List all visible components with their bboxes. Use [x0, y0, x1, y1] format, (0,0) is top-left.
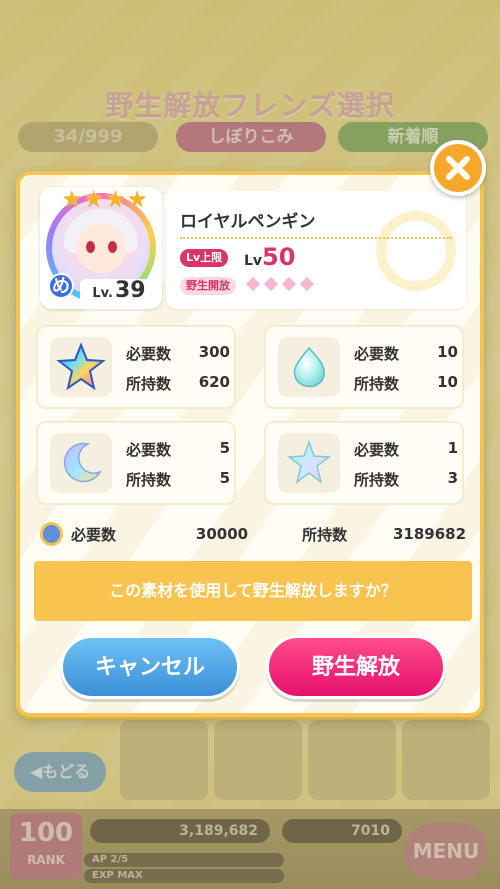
have-label: 所持数 [354, 375, 400, 393]
need-label: 必要数 [354, 441, 400, 459]
star-icon: ★ [83, 187, 104, 212]
moon-icon [50, 433, 112, 493]
gold-need-value: 30000 [195, 525, 249, 543]
rainbow-star-icon [50, 337, 112, 397]
lv-cap-value: Lv 50 [244, 243, 296, 271]
star-icon: ★ [62, 187, 82, 212]
material-card: 必要数 300 所持数 620 [36, 325, 236, 409]
wild-release-tag: 野生開放 [180, 277, 236, 295]
close-button[interactable] [430, 140, 486, 196]
need-value: 1 [447, 439, 458, 457]
confirm-message: この素材を使用して野生解放しますか？ [34, 561, 472, 621]
need-value: 5 [219, 439, 230, 457]
friend-name: ロイヤルペンギン [180, 212, 316, 232]
wild-release-dialog: ★ ★ ★ ★ め Lv. 39 ロイヤルペンギン Lv上限 Lv 50 野生開… [16, 171, 484, 717]
friend-portrait: ★ ★ ★ ★ め Lv. 39 [40, 187, 162, 309]
material-card: 必要数 1 所持数 3 [264, 421, 464, 505]
diamond-icon [245, 276, 261, 292]
coin-icon [40, 522, 63, 546]
diamond-icon [281, 276, 297, 292]
rarity-stars: ★ ★ ★ ★ [62, 189, 147, 211]
have-label: 所持数 [126, 471, 172, 489]
have-value: 10 [437, 373, 458, 391]
need-value: 300 [198, 343, 230, 361]
have-value: 620 [198, 373, 230, 391]
cancel-button[interactable]: キャンセル [60, 635, 240, 699]
need-label: 必要数 [126, 441, 172, 459]
have-value: 5 [219, 469, 230, 487]
level-value: 39 [115, 278, 146, 303]
gold-have-value: 3189682 [392, 525, 467, 543]
decorative-swirl-icon [376, 211, 456, 291]
gold-need-label: 必要数 [70, 525, 116, 544]
star-icon: ★ [127, 187, 147, 212]
level-badge: Lv. 39 [80, 279, 158, 305]
drop-icon [278, 337, 340, 397]
star-icon: ★ [105, 187, 126, 212]
diamond-icon [263, 276, 279, 292]
pastel-star-icon [278, 433, 340, 493]
divider [180, 237, 452, 239]
material-card: 必要数 5 所持数 5 [36, 421, 236, 505]
have-value: 3 [447, 469, 458, 487]
gold-cost-row: 必要数 30000 所持数 3189682 [40, 519, 466, 549]
need-label: 必要数 [126, 345, 172, 363]
wild-release-progress [245, 275, 315, 293]
lv-cap-tag: Lv上限 [180, 249, 229, 267]
need-label: 必要数 [354, 345, 400, 363]
attribute-icon: め [48, 273, 74, 299]
gold-have-label: 所持数 [302, 525, 348, 544]
diamond-icon [299, 276, 315, 292]
level-prefix: Lv. [92, 286, 113, 301]
material-card: 必要数 10 所持数 10 [264, 325, 464, 409]
wild-release-button[interactable]: 野生解放 [266, 635, 446, 699]
friend-info-card: ロイヤルペンギン Lv上限 Lv 50 野生開放 [166, 191, 466, 309]
close-icon [446, 156, 470, 180]
need-value: 10 [437, 343, 458, 361]
have-label: 所持数 [354, 471, 400, 489]
have-label: 所持数 [126, 375, 172, 393]
